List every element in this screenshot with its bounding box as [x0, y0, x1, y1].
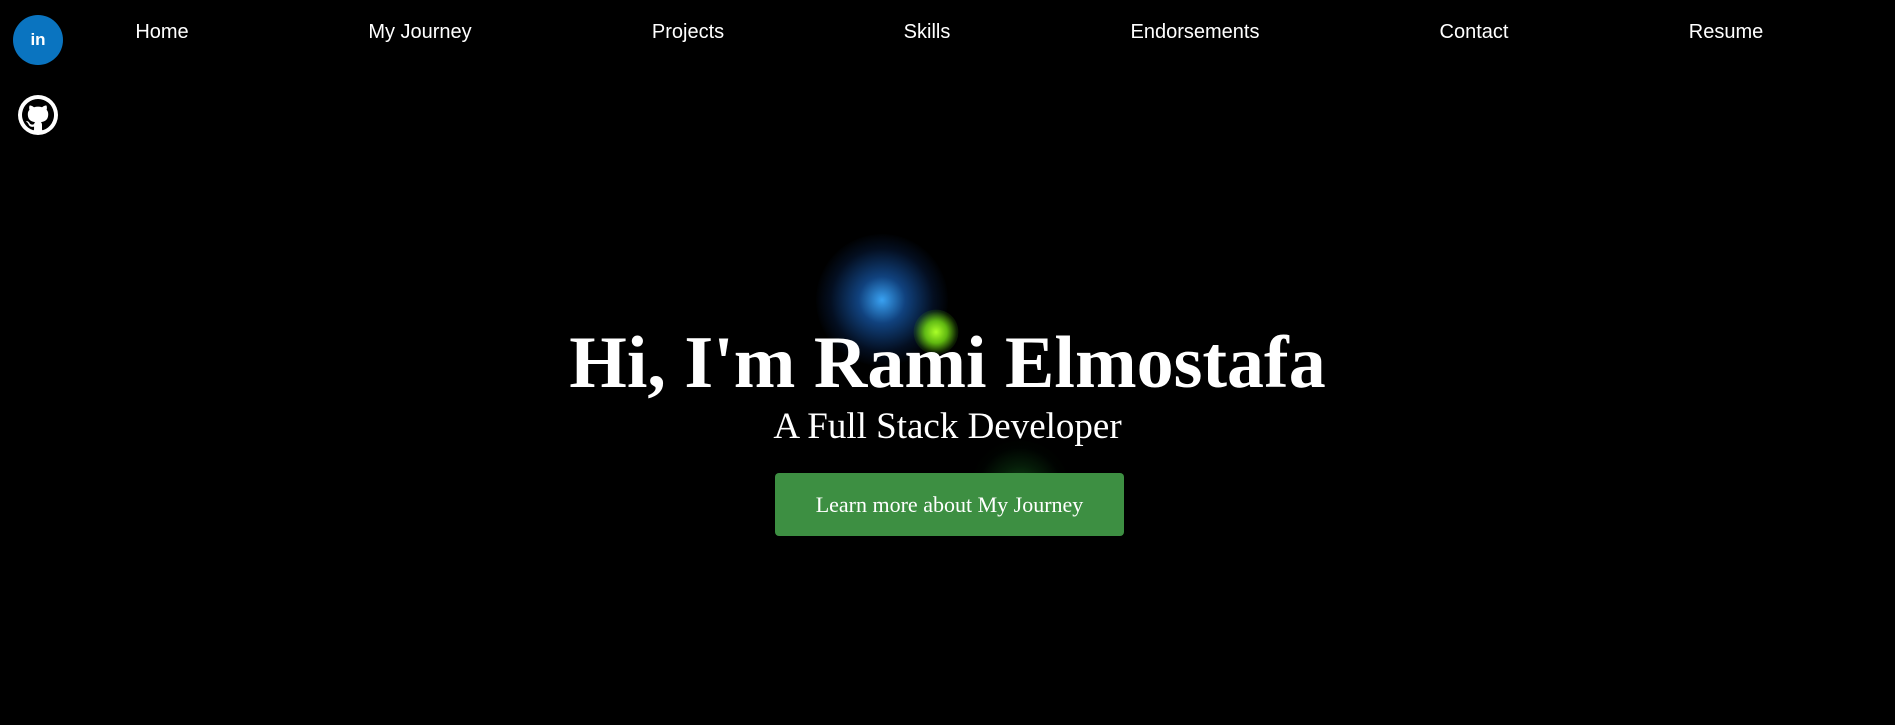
nav-item-skills[interactable]: Skills: [904, 21, 951, 44]
github-link[interactable]: [13, 90, 63, 140]
github-icon: [18, 95, 58, 135]
main-nav: Home My Journey Projects Skills Endorsem…: [0, 0, 1895, 68]
page: in Home My Journey Projects Skills Endor…: [0, 0, 1895, 725]
nav-item-resume[interactable]: Resume: [1689, 21, 1763, 44]
nav-item-home[interactable]: Home: [135, 21, 188, 44]
hero-title: Hi, I'm Rami Elmostafa: [569, 322, 1326, 404]
hero-subtitle: A Full Stack Developer: [773, 406, 1122, 447]
nav-item-endorsements[interactable]: Endorsements: [1131, 21, 1260, 44]
nav-item-projects[interactable]: Projects: [652, 21, 724, 44]
learn-more-button[interactable]: Learn more about My Journey: [775, 473, 1124, 536]
nav-item-contact[interactable]: Contact: [1440, 21, 1509, 44]
nav-item-my-journey[interactable]: My Journey: [368, 21, 471, 44]
